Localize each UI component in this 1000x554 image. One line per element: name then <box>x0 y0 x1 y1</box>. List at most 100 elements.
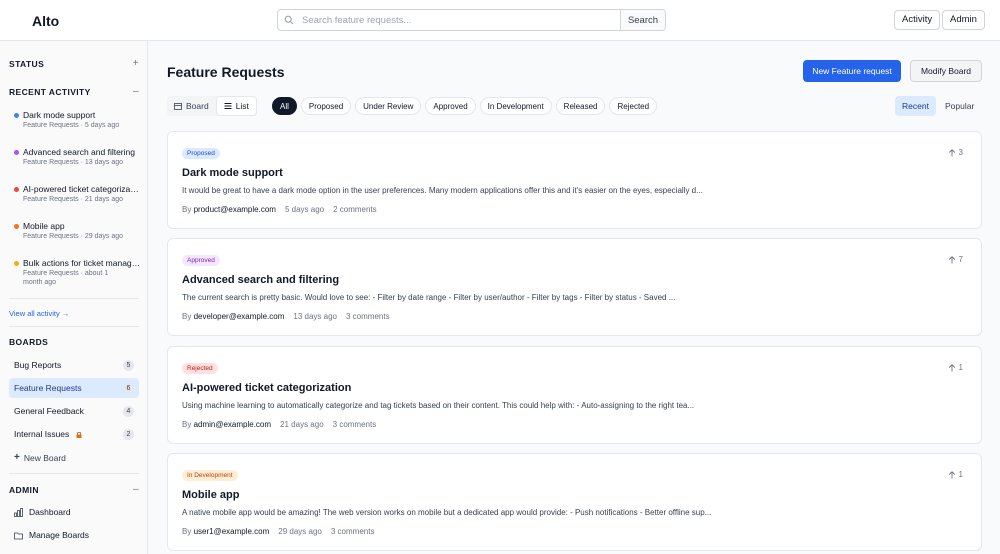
vote-button[interactable]: 1 <box>948 363 963 372</box>
divider <box>9 326 139 327</box>
filter-chip-rejected[interactable]: Rejected <box>609 97 658 115</box>
board-count-badge: 6 <box>123 382 134 394</box>
board-name: Bug Reports <box>14 360 62 370</box>
board-view-button[interactable]: Board <box>167 96 216 116</box>
bar-chart-icon <box>14 507 23 517</box>
folder-icon <box>14 532 23 539</box>
card-time: 29 days ago <box>278 527 322 536</box>
vote-count: 1 <box>958 363 963 372</box>
card-comments[interactable]: 2 comments <box>333 205 377 214</box>
activity-subtitle: Feature Requests · 13 days ago <box>23 159 124 166</box>
card-author: By user1@example.com <box>182 527 270 536</box>
collapse-icon[interactable]: – <box>133 484 139 495</box>
card-title[interactable]: Mobile app <box>182 489 239 501</box>
activity-title: Bulk actions for ticket management <box>23 258 141 268</box>
vote-count: 7 <box>958 255 963 264</box>
filter-chip-released[interactable]: Released <box>555 97 606 115</box>
arrow-up-icon <box>948 470 955 478</box>
activity-title: AI-powered ticket categorization <box>23 184 141 194</box>
list-view-button[interactable]: List <box>215 96 257 116</box>
card-meta: By user1@example.com 29 days ago 3 comme… <box>182 527 374 536</box>
top-header: Alto Search Activity Admin <box>0 0 1000 41</box>
card-title[interactable]: Dark mode support <box>182 167 283 179</box>
search-icon <box>278 10 300 30</box>
recent-activity-section-header[interactable]: RECENT ACTIVITY – <box>9 86 139 97</box>
feature-request-card[interactable]: Rejected AI-powered ticket categorizatio… <box>167 346 982 444</box>
admin-section-header[interactable]: ADMIN – <box>9 484 139 495</box>
vote-button[interactable]: 3 <box>948 148 963 157</box>
search-input[interactable] <box>300 10 620 30</box>
recent-activity-label: RECENT ACTIVITY <box>9 86 91 97</box>
boards-section-header: BOARDS <box>9 337 139 347</box>
arrow-up-icon <box>948 255 955 263</box>
list-icon <box>224 103 232 109</box>
sidebar-item-bug-reports[interactable]: Bug Reports 5 <box>9 355 139 375</box>
card-meta: By developer@example.com 13 days ago 3 c… <box>182 312 390 321</box>
activity-dot <box>14 113 19 118</box>
card-time: 5 days ago <box>284 205 325 214</box>
vote-button[interactable]: 1 <box>948 470 963 479</box>
board-name: General Feedback <box>14 406 84 416</box>
card-time: 21 days ago <box>280 420 324 429</box>
sidebar-item-internal-issues[interactable]: Internal Issues 2 <box>9 424 139 444</box>
search-bar: Search <box>277 9 666 31</box>
card-author: By product@example.com <box>182 205 276 214</box>
card-title[interactable]: Advanced search and filtering <box>182 274 339 286</box>
modify-board-button[interactable]: Modify Board <box>910 60 982 82</box>
arrow-up-icon <box>948 148 955 156</box>
board-name: Internal Issues <box>14 429 70 439</box>
new-feature-request-button[interactable]: New Feature request <box>803 60 901 82</box>
list-view-label: List <box>235 101 249 111</box>
activity-dot <box>14 261 19 266</box>
new-board-button[interactable]: + New Board <box>14 452 66 463</box>
sidebar-item-feature-requests[interactable]: Feature Requests 6 <box>9 378 139 398</box>
activity-dot <box>14 224 19 229</box>
activity-subtitle: Feature Requests · about 1 month ago <box>23 270 109 286</box>
divider <box>9 298 139 299</box>
app-logo[interactable]: Alto <box>32 13 59 29</box>
vote-button[interactable]: 7 <box>948 255 963 264</box>
admin-button[interactable]: Admin <box>942 10 985 30</box>
activity-button[interactable]: Activity <box>894 10 941 30</box>
status-badge: Proposed <box>182 148 220 159</box>
sort-popular-button[interactable]: Popular <box>938 96 981 116</box>
arrow-up-icon <box>948 363 955 371</box>
admin-item-label: Manage Boards <box>29 530 90 540</box>
plus-icon: + <box>14 452 20 463</box>
divider <box>9 473 139 474</box>
card-time: 13 days ago <box>293 312 337 321</box>
view-all-activity-link[interactable]: View all activity → <box>9 309 69 318</box>
filter-chip-approved[interactable]: Approved <box>425 97 476 115</box>
feature-request-card[interactable]: Proposed Dark mode support It would be g… <box>167 131 982 229</box>
card-title[interactable]: AI-powered ticket categorization <box>182 382 351 394</box>
card-comments[interactable]: 3 comments <box>331 527 375 536</box>
filter-chip-all[interactable]: All <box>272 97 297 115</box>
status-section-label: STATUS <box>9 58 45 69</box>
sidebar-item-dashboard[interactable]: Dashboard <box>14 507 71 517</box>
filter-chip-in-development[interactable]: In Development <box>479 97 552 115</box>
card-author: By admin@example.com <box>182 420 272 429</box>
admin-label: ADMIN <box>9 484 39 495</box>
feature-request-card[interactable]: In Development Mobile app A native mobil… <box>167 453 982 551</box>
feature-request-card[interactable]: Approved Advanced search and filtering T… <box>167 238 982 336</box>
filter-chip-under-review[interactable]: Under Review <box>355 97 422 115</box>
status-section-header[interactable]: STATUS + <box>9 58 139 69</box>
card-comments[interactable]: 3 comments <box>346 312 390 321</box>
activity-subtitle: Feature Requests · 21 days ago <box>23 196 124 203</box>
sidebar-item-manage-boards[interactable]: Manage Boards <box>14 530 89 540</box>
status-badge: Rejected <box>182 363 218 374</box>
sidebar-item-general-feedback[interactable]: General Feedback 4 <box>9 401 139 421</box>
filter-chip-proposed[interactable]: Proposed <box>300 97 352 115</box>
collapse-icon[interactable]: – <box>133 86 139 97</box>
new-board-label: New Board <box>23 452 66 463</box>
vote-count: 3 <box>958 148 963 157</box>
sort-recent-button[interactable]: Recent <box>895 96 936 116</box>
board-count-badge: 5 <box>123 359 134 371</box>
card-meta: By product@example.com 5 days ago 2 comm… <box>182 205 377 214</box>
expand-icon[interactable]: + <box>133 58 139 69</box>
activity-subtitle: Feature Requests · 5 days ago <box>23 122 120 129</box>
card-meta: By admin@example.com 21 days ago 3 comme… <box>182 420 376 429</box>
search-button[interactable]: Search <box>620 10 665 30</box>
activity-dot <box>14 150 19 155</box>
card-comments[interactable]: 3 comments <box>333 420 377 429</box>
